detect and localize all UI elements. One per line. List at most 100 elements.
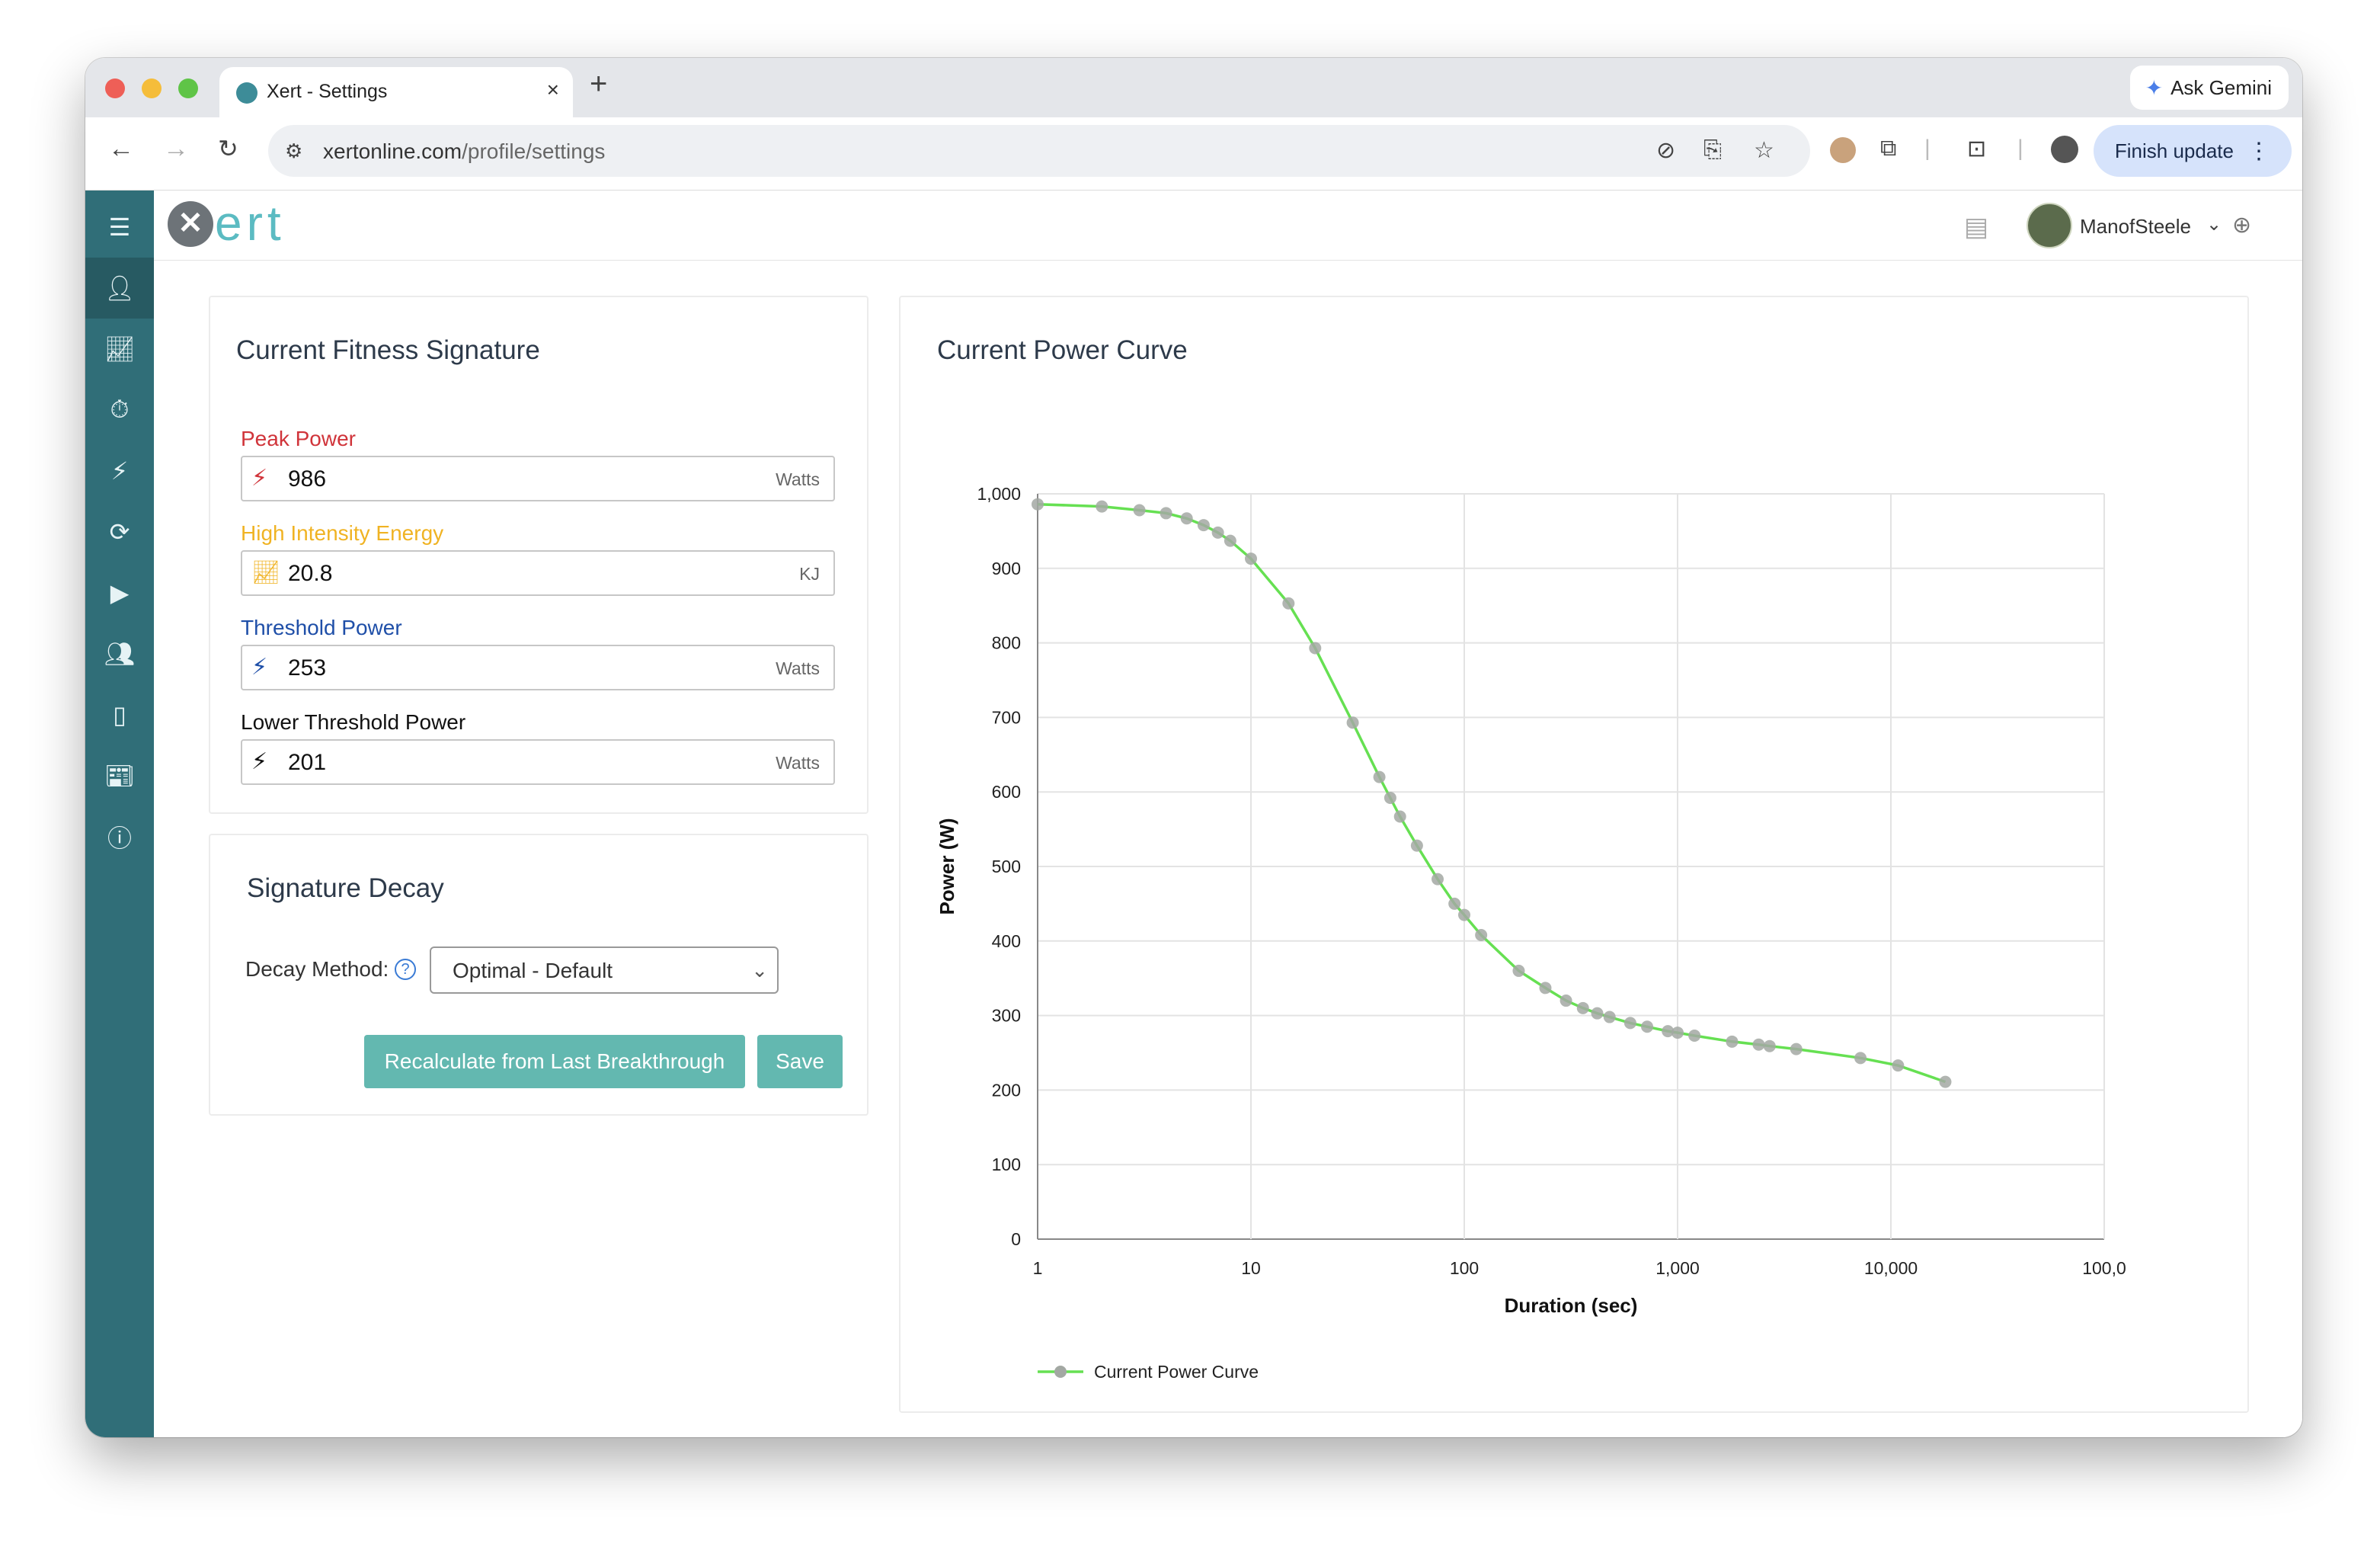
eye-slash-icon[interactable]: ⊘ (1656, 137, 1675, 164)
data-point (1591, 1007, 1604, 1020)
data-point (1373, 770, 1386, 783)
data-point (1180, 512, 1193, 525)
user-icon: 👤︎ (104, 274, 136, 302)
finish-update-label: Finish update (2114, 139, 2234, 162)
y-tick-label: 500 (992, 857, 1021, 876)
decay-method-label: Decay Method: (245, 957, 389, 981)
sidebar-item-profile[interactable]: 👤︎ (85, 258, 154, 319)
bolt-icon: ⚡︎ (251, 655, 268, 680)
field-value[interactable]: 986 (288, 466, 326, 492)
save-button[interactable]: Save (757, 1035, 843, 1088)
help-circle-icon: ⓘ (107, 825, 132, 852)
sidebar-item-help[interactable]: ⓘ (85, 806, 154, 867)
xert-logo-text[interactable]: ert (215, 195, 286, 251)
site-settings-icon[interactable]: ⚙ (285, 139, 302, 163)
decay-method-select[interactable]: Optimal - Default ⌄ (430, 946, 779, 994)
sidebar-item-news[interactable]: 📰︎ (85, 745, 154, 806)
forward-arrow-icon[interactable]: → (163, 134, 189, 164)
sync-icon: ⟳ (109, 518, 130, 546)
y-tick-label: 800 (992, 633, 1021, 653)
sidebar-item-sync[interactable]: ⟳ (85, 501, 154, 562)
finish-update-button[interactable]: Finish update ⋮ (2093, 125, 2292, 177)
data-point (1688, 1030, 1701, 1043)
extension-avatar-icon[interactable] (1830, 137, 1856, 163)
maximize-window-button[interactable] (178, 78, 198, 98)
data-point (1641, 1020, 1654, 1033)
minimize-window-button[interactable] (142, 78, 162, 98)
bolt-icon: ⚡︎ (110, 457, 129, 485)
x-tick-label: 10,000 (1864, 1258, 1918, 1278)
field-input[interactable]: 📈︎ 20.8 KJ (241, 550, 835, 596)
field-input[interactable]: ⚡︎ 201 Watts (241, 739, 835, 785)
data-point (1854, 1052, 1867, 1065)
sidebar-item-timer[interactable]: ⏱︎ (85, 380, 154, 440)
field-unit: Watts (776, 469, 820, 489)
data-point (1410, 839, 1423, 852)
y-tick-label: 1,000 (977, 484, 1021, 504)
field-value[interactable]: 253 (288, 655, 326, 681)
username[interactable]: ManofSteele (2080, 215, 2191, 239)
field-label: Peak Power (241, 427, 356, 450)
line-chart-icon: 📈︎ (104, 335, 136, 363)
data-point (1576, 1001, 1589, 1014)
sidebar-item-mobile[interactable]: ▯ (85, 684, 154, 745)
y-tick-label: 900 (992, 559, 1021, 578)
reload-icon[interactable]: ↻ (218, 134, 238, 163)
ask-gemini-button[interactable]: ✦ Ask Gemini (2129, 66, 2289, 110)
legend-marker (1054, 1366, 1067, 1378)
newspaper-icon[interactable]: ▤ (1964, 212, 1988, 242)
tab-search-icon[interactable]: ⊡ (1967, 136, 1986, 162)
card-title: Signature Decay (247, 873, 444, 903)
back-arrow-icon[interactable]: ← (108, 134, 134, 164)
stopwatch-icon: ⏱︎ (110, 396, 130, 423)
avatar[interactable] (2027, 203, 2072, 248)
play-circle-icon: ▶︎ (110, 579, 130, 607)
browser-toolbar: ← → ↻ ⚙ xertonline.com/profile/settings … (85, 117, 2302, 191)
field-value[interactable]: 201 (288, 750, 326, 776)
data-point (1245, 552, 1257, 565)
close-window-button[interactable] (105, 78, 125, 98)
app-header: ✕ ert ▤ 🔔︎ (154, 191, 2302, 261)
address-bar[interactable]: ⚙ xertonline.com/profile/settings ⊘ ⎘ ☆ (268, 125, 1810, 177)
y-tick-label: 400 (992, 931, 1021, 951)
field-value[interactable]: 20.8 (288, 561, 332, 587)
sidebar-item-workouts[interactable]: ▶︎ (85, 562, 154, 623)
y-tick-label: 600 (992, 782, 1021, 802)
data-point (1939, 1075, 1952, 1088)
install-app-icon[interactable]: ⎘ (1703, 137, 1722, 163)
trend-icon: 📈︎ (251, 560, 281, 585)
y-tick-label: 200 (992, 1080, 1021, 1100)
x-tick-label: 100 (1450, 1258, 1479, 1278)
url-text[interactable]: xertonline.com/profile/settings (323, 139, 605, 164)
bookmark-star-icon[interactable]: ☆ (1754, 137, 1774, 164)
chart-title: Current Power Curve (937, 335, 1188, 365)
tab-close-icon[interactable]: × (547, 78, 559, 102)
extensions-puzzle-icon[interactable]: ⧉ (1880, 136, 1896, 162)
sidebar-item-power[interactable]: ⚡︎ (85, 440, 154, 501)
data-point (1458, 908, 1470, 921)
add-circle-icon[interactable]: ⊕ (2232, 212, 2251, 239)
xert-app: ☰ 👤︎ 📈︎ ⏱︎ ⚡︎ ⟳ ▶︎ 👥︎ ▯ 📰︎ ⓘ ✕ ert ▤ 🔔︎ … (85, 191, 2302, 1437)
sidebar-item-community[interactable]: 👥︎ (85, 623, 154, 684)
recalculate-button[interactable]: Recalculate from Last Breakthrough (364, 1035, 745, 1088)
data-point (1393, 810, 1406, 823)
new-tab-button[interactable]: + (590, 67, 607, 101)
help-question-icon[interactable]: ? (395, 959, 416, 980)
group-icon: 👥︎ (104, 640, 136, 668)
y-axis-label: Power (W) (936, 818, 958, 914)
xert-logo-icon[interactable]: ✕ (168, 201, 213, 247)
data-point (1512, 964, 1525, 977)
tab-strip: Xert - Settings × + ✦ Ask Gemini (85, 58, 2302, 117)
menu-hamburger-icon[interactable]: ☰ (85, 197, 154, 258)
ask-gemini-label: Ask Gemini (2170, 75, 2272, 99)
field-input[interactable]: ⚡︎ 986 Watts (241, 456, 835, 501)
x-tick-label: 1 (1033, 1258, 1043, 1278)
y-tick-label: 300 (992, 1006, 1021, 1026)
field-input[interactable]: ⚡︎ 253 Watts (241, 645, 835, 690)
sidebar-item-progression[interactable]: 📈︎ (85, 319, 154, 380)
power-curve-chart: 0 100 200 300 400 500 600 700 800 900 1,000 1 10 100 1… (936, 484, 2126, 1382)
chevron-down-icon[interactable]: ⌄ (2206, 213, 2222, 235)
field-label: Threshold Power (241, 616, 402, 639)
browser-tab[interactable]: Xert - Settings × (219, 67, 573, 117)
profile-avatar-icon[interactable] (2051, 136, 2078, 163)
